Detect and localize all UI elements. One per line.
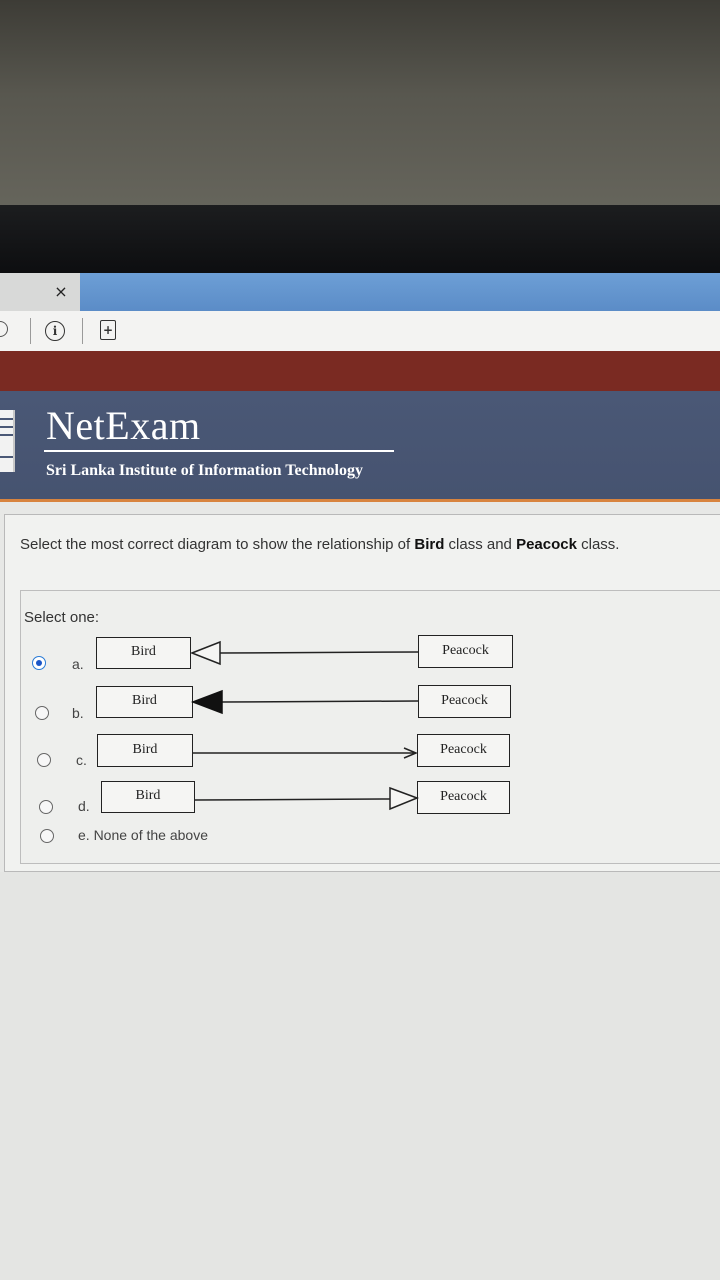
option-d-generalization-arrow [194,786,420,811]
option-b-filled-arrow [190,689,419,715]
option-c-association-arrow [193,747,418,759]
option-a-generalization-arrow [189,640,419,666]
page-body-empty [0,872,720,1280]
